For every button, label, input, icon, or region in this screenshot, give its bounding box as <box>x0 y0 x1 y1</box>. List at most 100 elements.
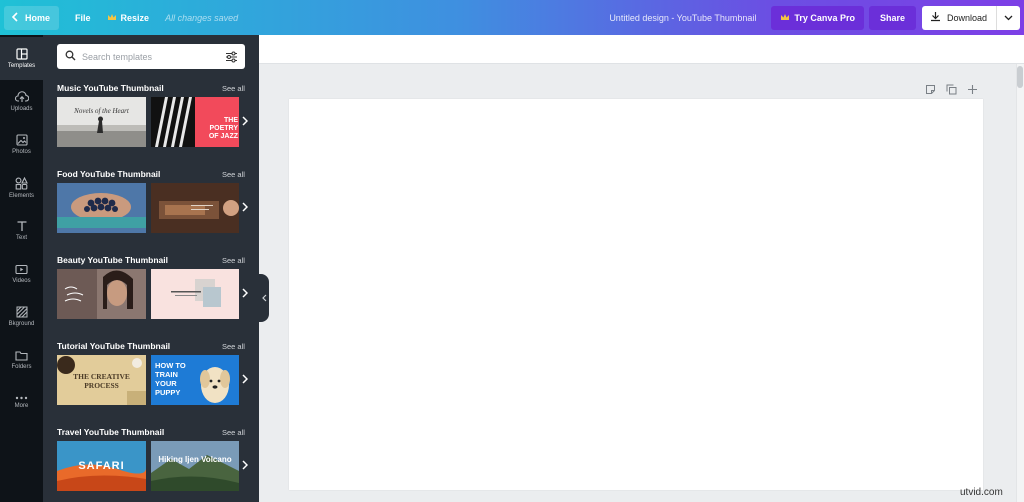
section-title: Travel YouTube Thumbnail <box>57 427 165 437</box>
download-button[interactable]: Download <box>922 6 996 30</box>
rail-label-folders: Folders <box>11 363 32 370</box>
rail-label-videos: Videos <box>12 277 31 284</box>
chevron-right-icon <box>242 199 249 217</box>
template-thumbnail[interactable]: Novels of the Heart <box>57 97 146 147</box>
see-all-link[interactable]: See all <box>222 342 245 351</box>
rail-item-templates[interactable]: Templates <box>0 37 43 80</box>
search-icon <box>65 48 76 66</box>
template-thumbnail[interactable] <box>151 269 239 319</box>
home-label: Home <box>25 12 51 23</box>
resize-label: Resize <box>120 12 150 23</box>
template-thumbnail[interactable] <box>57 269 146 319</box>
chevron-right-icon <box>242 285 249 303</box>
template-thumbnail[interactable]: HOW TO TRAIN YOUR PUPPY <box>151 355 239 405</box>
vertical-scrollbar[interactable] <box>1016 64 1024 502</box>
next-arrow[interactable] <box>239 183 251 233</box>
save-status: All changes saved <box>165 12 239 23</box>
crown-icon <box>107 13 117 23</box>
template-thumbnail[interactable]: Hiking Ijen Volcano <box>151 441 239 491</box>
scrollbar-thumb[interactable] <box>1017 66 1023 88</box>
filter-icon[interactable] <box>225 50 238 68</box>
rail-item-elements[interactable]: Elements <box>0 166 43 209</box>
thumbnail-text: THE POETRY OF JAZZ <box>208 117 238 140</box>
section-title: Music YouTube Thumbnail <box>57 83 164 93</box>
thumbnail-text: Hiking Ijen Volcano <box>158 455 232 464</box>
rail-label-photos: Photos <box>12 149 31 155</box>
chevron-right-icon <box>242 371 249 389</box>
rail-label-uploads: Uploads <box>10 106 33 112</box>
folder-icon <box>15 350 28 361</box>
rail-item-more[interactable]: More <box>0 381 43 424</box>
see-all-link[interactable]: See all <box>222 170 245 179</box>
thumbnail-text: HOW TO TRAIN YOUR PUPPY <box>155 361 186 397</box>
next-arrow[interactable] <box>239 441 251 491</box>
template-thumbnail[interactable] <box>57 183 146 233</box>
download-control: Download <box>921 5 1020 30</box>
watermark-text: utvid.com <box>960 487 1003 498</box>
text-icon <box>16 220 28 232</box>
template-thumbnail[interactable]: THE CREATIVE PROCESS <box>57 355 146 405</box>
next-arrow[interactable] <box>239 355 251 405</box>
chevron-left-icon <box>261 289 267 307</box>
rail-label-more: More <box>14 403 29 409</box>
rail-label-text: Text <box>15 235 27 241</box>
chevron-left-icon <box>11 11 19 24</box>
template-thumbnail[interactable]: THE POETRY OF JAZZ <box>151 97 239 147</box>
download-icon <box>930 11 941 24</box>
see-all-link[interactable]: See all <box>222 84 245 93</box>
try-canva-pro-button[interactable]: Try Canva Pro <box>771 5 864 30</box>
background-icon <box>16 306 28 318</box>
page-tools <box>925 82 978 100</box>
more-icon <box>15 396 28 400</box>
templates-icon <box>15 48 28 60</box>
file-menu-button[interactable]: File <box>67 6 99 30</box>
template-thumbnail[interactable] <box>151 183 239 233</box>
rail-item-folders[interactable]: Folders <box>0 338 43 381</box>
rail-label-templates: Templates <box>7 63 36 69</box>
add-page-icon[interactable] <box>967 82 978 100</box>
rail-label-background: Bkground <box>8 321 35 327</box>
rail-label-elements: Elements <box>8 192 34 199</box>
resize-button[interactable]: Resize <box>99 6 158 30</box>
editor-toolbar <box>259 35 1024 64</box>
template-search-box <box>57 44 245 69</box>
elements-icon <box>15 176 28 190</box>
top-bar: Home File Resize All changes saved Untit… <box>0 0 1024 35</box>
upload-icon <box>14 91 29 103</box>
share-button[interactable]: Share <box>868 5 916 30</box>
template-thumbnail[interactable]: SAFARI <box>57 441 146 491</box>
duplicate-page-icon[interactable] <box>946 82 957 100</box>
home-button[interactable]: Home <box>4 5 60 30</box>
next-arrow[interactable] <box>239 269 251 319</box>
collapse-panel-button[interactable] <box>259 274 269 322</box>
video-icon <box>15 264 28 275</box>
side-navigation: Templates Uploads Photos Elements Text V… <box>0 35 43 502</box>
see-all-link[interactable]: See all <box>222 256 245 265</box>
next-arrow[interactable] <box>239 97 251 147</box>
section-title: Tutorial YouTube Thumbnail <box>57 341 171 351</box>
see-all-link[interactable]: See all <box>222 428 245 437</box>
chevron-right-icon <box>242 113 249 131</box>
section-title: Food YouTube Thumbnail <box>57 169 161 179</box>
design-canvas[interactable] <box>289 99 983 490</box>
rail-item-videos[interactable]: Videos <box>0 252 43 295</box>
search-templates-input[interactable] <box>82 51 222 62</box>
file-label: File <box>75 12 91 23</box>
thumbnail-text: SAFARI <box>78 460 124 472</box>
section-title: Beauty YouTube Thumbnail <box>57 255 168 265</box>
share-label: Share <box>879 12 905 23</box>
thumbnail-text: THE CREATIVE PROCESS <box>73 373 130 390</box>
chevron-right-icon <box>242 457 249 475</box>
thumbnail-text: Novels of the Heart <box>73 107 130 115</box>
rail-item-photos[interactable]: Photos <box>0 123 43 166</box>
crown-icon <box>780 13 790 23</box>
templates-panel: Music YouTube Thumbnail See all Novels o… <box>43 35 259 502</box>
rail-item-background[interactable]: Bkground <box>0 295 43 338</box>
download-options-button[interactable] <box>996 5 1020 30</box>
add-note-icon[interactable] <box>925 82 936 100</box>
photo-icon <box>15 134 28 146</box>
download-label: Download <box>946 12 987 23</box>
rail-item-text[interactable]: Text <box>0 209 43 252</box>
rail-item-uploads[interactable]: Uploads <box>0 80 43 123</box>
document-title[interactable]: Untitled design - YouTube Thumbnail <box>609 13 756 23</box>
